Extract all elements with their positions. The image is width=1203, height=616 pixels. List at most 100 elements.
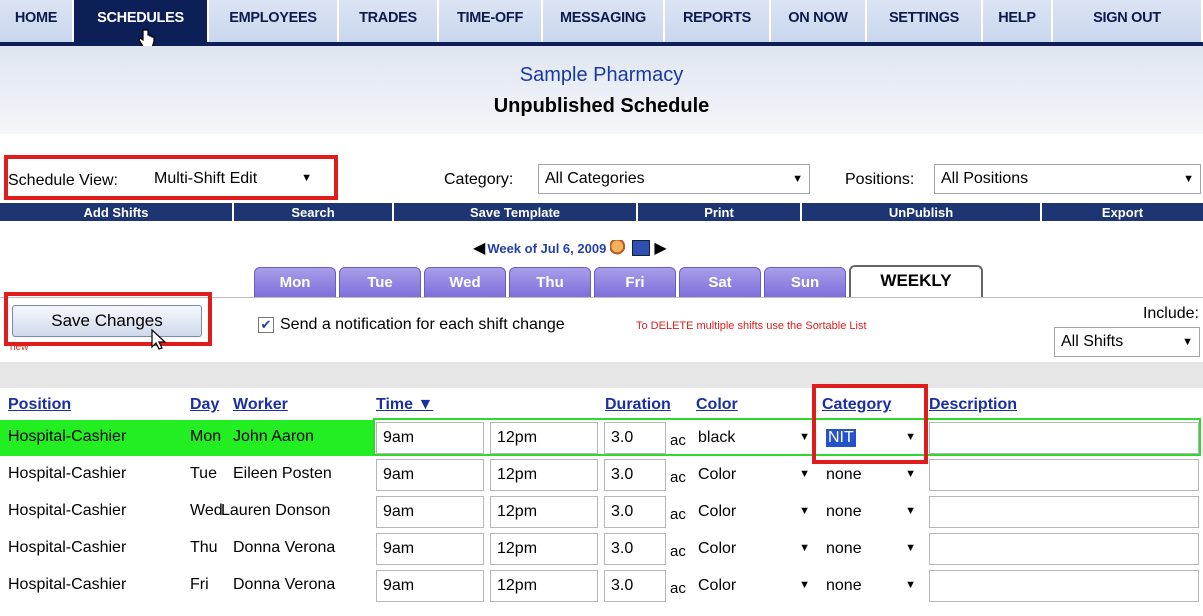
new-tag: new <box>10 342 29 353</box>
schedule-view-label: Schedule View: <box>8 172 118 189</box>
chevron-down-icon: ▼ <box>301 172 312 184</box>
positions-filter-select[interactable]: All Positions ▼ <box>934 164 1201 194</box>
description-input[interactable] <box>929 496 1199 528</box>
nav-item-home[interactable]: HOME <box>0 0 74 42</box>
top-nav: HOME SCHEDULES EMPLOYEES TRADES TIME-OFF MESS… <box>0 0 1203 46</box>
save-changes-button[interactable]: Save Changes <box>12 305 202 337</box>
notify-checkbox[interactable]: ✔ <box>258 317 274 333</box>
worker-cell: Donna Verona <box>233 576 336 593</box>
category-select[interactable]: none ▼ <box>822 533 922 565</box>
include-label: Include: <box>1142 305 1199 322</box>
tab-thu[interactable]: Thu <box>509 267 591 297</box>
position-cell: Hospital-Cashier <box>8 576 127 593</box>
nav-item-on-now[interactable]: ON NOW <box>771 0 867 42</box>
tab-fri[interactable]: Fri <box>594 267 676 297</box>
start-time-input[interactable]: 9am <box>376 570 484 602</box>
start-time-input[interactable]: 9am <box>376 533 484 565</box>
nav-item-sign-out[interactable]: SIGN OUT <box>1053 0 1203 42</box>
start-time-input[interactable]: 9am <box>376 459 484 491</box>
day-cell: Thu <box>190 539 218 556</box>
print-button[interactable]: Print <box>638 203 802 221</box>
ac-label: ac <box>670 543 686 560</box>
nav-item-settings[interactable]: SETTINGS <box>867 0 983 42</box>
header-band <box>0 46 1203 134</box>
week-label[interactable]: Week of Jul 6, 2009 <box>487 241 606 256</box>
tab-sun[interactable]: Sun <box>764 267 846 297</box>
tab-mon[interactable]: Mon <box>254 267 336 297</box>
duration-input[interactable]: 3.0 <box>604 533 666 565</box>
nav-item-time-off[interactable]: TIME-OFF <box>439 0 543 42</box>
export-button[interactable]: Export <box>1042 203 1203 221</box>
time-column-header[interactable]: Time ▼ <box>376 396 433 414</box>
chevron-down-icon: ▼ <box>799 505 810 517</box>
worker-cell: John Aaron <box>233 428 314 445</box>
end-time-input[interactable]: 12pm <box>490 570 598 602</box>
category-select[interactable]: none ▼ <box>822 570 922 602</box>
table-row: Hospital-Cashier Wed Lauren Donson 9am 12pm 3… <box>0 494 1203 530</box>
end-time-input[interactable]: 12pm <box>490 496 598 528</box>
category-filter-select[interactable]: All Categories ▼ <box>538 164 810 194</box>
separator-strip <box>0 362 1203 388</box>
tab-tue[interactable]: Tue <box>339 267 421 297</box>
worker-column-header[interactable]: Worker <box>233 396 288 414</box>
schedule-title: Unpublished Schedule <box>493 95 710 117</box>
include-select[interactable]: All Shifts ▼ <box>1054 327 1200 357</box>
action-bar: Add Shifts Search Save Template Print Un… <box>0 203 1203 221</box>
color-select[interactable]: Color ▼ <box>694 533 816 565</box>
tab-sat[interactable]: Sat <box>679 267 761 297</box>
color-select[interactable]: Color ▼ <box>694 459 816 491</box>
duration-column-header[interactable]: Duration <box>605 396 671 414</box>
day-cell: Tue <box>190 465 217 482</box>
unpublish-button[interactable]: UnPublish <box>802 203 1042 221</box>
end-time-input[interactable]: 12pm <box>490 533 598 565</box>
schedule-view-select[interactable]: Multi-Shift Edit ▼ <box>148 164 324 194</box>
positions-filter-value: All Positions <box>941 170 1029 187</box>
magic-wand-icon[interactable] <box>610 240 629 256</box>
tab-divider <box>0 297 1203 298</box>
chevron-down-icon: ▼ <box>905 468 916 480</box>
position-column-header[interactable]: Position <box>8 396 71 414</box>
category-column-header[interactable]: Category <box>822 396 891 414</box>
color-column-header[interactable]: Color <box>696 396 738 414</box>
category-select[interactable]: none ▼ <box>822 459 922 491</box>
duration-input[interactable]: 3.0 <box>604 459 666 491</box>
start-time-input[interactable]: 9am <box>376 496 484 528</box>
color-value: Color <box>698 503 737 520</box>
nav-item-trades[interactable]: TRADES <box>339 0 439 42</box>
position-cell: Hospital-Cashier <box>8 502 127 519</box>
nav-item-help[interactable]: HELP <box>983 0 1053 42</box>
category-filter-value: All Categories <box>545 170 645 187</box>
position-cell: Hospital-Cashier <box>8 539 127 556</box>
description-input[interactable] <box>929 533 1199 565</box>
chevron-down-icon: ▼ <box>1182 336 1193 348</box>
day-column-header[interactable]: Day <box>190 396 219 414</box>
category-select[interactable]: none ▼ <box>822 496 922 528</box>
table-row: Hospital-Cashier Tue Eileen Posten 9am 12pm 3… <box>0 457 1203 493</box>
table-row: Hospital-Cashier Mon John Aaron 9am 12pm 3.0 a… <box>0 420 1199 456</box>
description-input[interactable] <box>929 570 1199 602</box>
chevron-down-icon: ▼ <box>905 579 916 591</box>
save-template-button[interactable]: Save Template <box>394 203 638 221</box>
day-cell: Mon <box>190 428 222 445</box>
color-select[interactable]: Color ▼ <box>694 496 816 528</box>
chevron-down-icon: ▼ <box>1183 173 1194 185</box>
description-input[interactable] <box>929 459 1199 491</box>
add-shifts-button[interactable]: Add Shifts <box>0 203 234 221</box>
tab-weekly[interactable]: WEEKLY <box>849 265 983 297</box>
end-time-input[interactable]: 12pm <box>490 459 598 491</box>
next-week-arrow-icon[interactable]: ▶ <box>654 238 666 258</box>
duration-input[interactable]: 3.0 <box>604 570 666 602</box>
duration-input[interactable]: 3.0 <box>604 496 666 528</box>
position-cell: Hospital-Cashier <box>8 465 127 482</box>
previous-week-arrow-icon[interactable]: ◀ <box>473 238 485 258</box>
color-value: Color <box>698 466 737 483</box>
tab-wed[interactable]: Wed <box>424 267 506 297</box>
nav-item-messaging[interactable]: MESSAGING <box>543 0 665 42</box>
nav-item-employees[interactable]: EMPLOYEES <box>209 0 339 42</box>
color-select[interactable]: Color ▼ <box>694 570 816 602</box>
nav-item-reports[interactable]: REPORTS <box>665 0 771 42</box>
calendar-icon[interactable] <box>632 240 651 256</box>
positions-filter-label: Positions: <box>845 171 915 188</box>
description-column-header[interactable]: Description <box>929 396 1017 414</box>
search-button[interactable]: Search <box>234 203 394 221</box>
